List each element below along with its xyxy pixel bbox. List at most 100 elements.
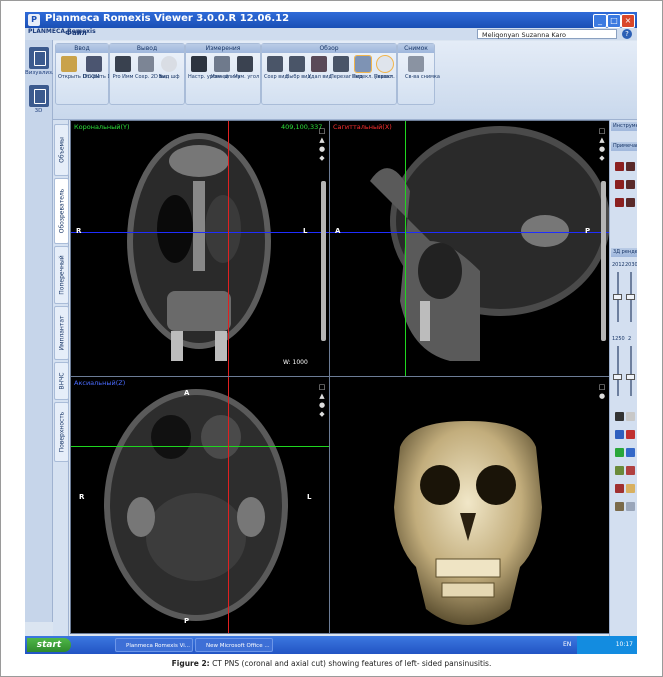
- open-dicom-button[interactable]: Открыть DICOM: [58, 56, 100, 80]
- reload-view-button[interactable]: Перезаг вид: [330, 56, 363, 80]
- render-section-header[interactable]: 3Д рендер: [611, 248, 637, 257]
- note-icon[interactable]: [615, 162, 624, 171]
- render-preset-icon[interactable]: [626, 502, 635, 511]
- tab-tmj[interactable]: ВНЧС: [54, 362, 69, 400]
- slider-handle[interactable]: [613, 294, 622, 300]
- drop-icon[interactable]: ●: [317, 145, 327, 154]
- axial-view-label: Аксиальный(Z): [74, 379, 126, 387]
- select-view-button[interactable]: Выбр вид: [286, 56, 311, 80]
- note-icon[interactable]: [626, 162, 635, 171]
- slider-handle[interactable]: [626, 294, 635, 300]
- note-icon[interactable]: [626, 180, 635, 189]
- viewport-coronal[interactable]: Корональный(Y) 409,100,337 □ ▲ ● ◆ R L W: 1…: [70, 120, 330, 377]
- notes-section-header[interactable]: Примечания: [611, 142, 637, 151]
- measure-length-button[interactable]: Изм. длину: [211, 56, 240, 80]
- triangle-icon[interactable]: ▲: [597, 136, 607, 145]
- link-icon[interactable]: ◆: [597, 154, 607, 163]
- visualization-module-button[interactable]: [28, 46, 50, 70]
- tab-implant[interactable]: Имплантат: [54, 306, 69, 360]
- drop-icon[interactable]: ●: [597, 392, 607, 401]
- drop-icon[interactable]: ●: [317, 401, 327, 410]
- tab-surface[interactable]: Поверхность: [54, 402, 69, 462]
- note-icon[interactable]: [615, 198, 624, 207]
- open-dicomdir-button[interactable]: Открыть DICOMDIR: [83, 56, 133, 80]
- levels-icon: [191, 56, 207, 72]
- language-indicator[interactable]: EN: [563, 641, 571, 648]
- slice-scrollbar[interactable]: [601, 181, 606, 341]
- axial-crosshair-vertical: [228, 377, 229, 633]
- tab-cross-section[interactable]: Поперечный: [54, 246, 69, 304]
- render-preset-icon[interactable]: [626, 448, 635, 457]
- maximize-icon[interactable]: □: [317, 383, 327, 392]
- triangle-icon[interactable]: ▲: [317, 136, 327, 145]
- slider-handle[interactable]: [613, 374, 622, 380]
- slider-handle[interactable]: [626, 374, 635, 380]
- pro-image-button[interactable]: Pro Имм: [112, 56, 134, 80]
- maximize-icon[interactable]: □: [317, 127, 327, 136]
- render-preset-icon[interactable]: [626, 430, 635, 439]
- taskbar-item-romexis[interactable]: Planmeca Romexis Vi...: [115, 638, 193, 652]
- group-title: Измерения: [186, 44, 260, 53]
- render-preset-icon[interactable]: [626, 466, 635, 475]
- render-preset-icon[interactable]: [615, 412, 624, 421]
- viewport-axial[interactable]: Аксиальный(Z) □ ▲ ● ◆ A P R L: [70, 376, 330, 634]
- save-2d-view-button[interactable]: Сохр. 2D вид: [135, 56, 169, 80]
- camera-icon: [115, 56, 131, 72]
- render-preset-icon[interactable]: [615, 430, 624, 439]
- maximize-button[interactable]: □: [607, 14, 621, 28]
- angle-icon: [237, 56, 253, 72]
- minimize-button[interactable]: _: [593, 14, 607, 28]
- render-preset-icon[interactable]: [626, 484, 635, 493]
- help-icon[interactable]: ?: [622, 29, 632, 39]
- tools-section-header[interactable]: Инструмент: [611, 122, 637, 131]
- windows-taskbar: start Planmeca Romexis Vi... New Microso…: [25, 636, 637, 654]
- save-view-button[interactable]: Сохр вид: [264, 56, 288, 80]
- maximize-icon[interactable]: □: [597, 127, 607, 136]
- adjust-levels-button[interactable]: Настр. уровней: [188, 56, 229, 80]
- render-value: 2012: [612, 262, 625, 268]
- user-field[interactable]: Meliqonyan Suzanna Karo: [477, 29, 617, 39]
- render-preset-icon[interactable]: [615, 448, 624, 457]
- tab-volumes[interactable]: Объемы: [54, 124, 69, 176]
- link-icon[interactable]: ◆: [317, 410, 327, 419]
- render-value: 2: [628, 336, 632, 342]
- tab-explorer[interactable]: Обозреватель: [54, 178, 69, 244]
- render-preset-icon[interactable]: [615, 484, 624, 493]
- export-button[interactable]: Вып шф: [158, 56, 180, 80]
- toggle-pointer-button[interactable]: Перекл. указат.: [352, 55, 394, 80]
- link-icon[interactable]: ◆: [317, 154, 327, 163]
- maximize-icon[interactable]: □: [597, 383, 607, 392]
- coronal-crosshair-horizontal: [71, 232, 329, 233]
- render-preset-icon[interactable]: [626, 412, 635, 421]
- render-slider[interactable]: [630, 346, 632, 396]
- slice-scrollbar[interactable]: [321, 181, 326, 341]
- ribbon-toolbar: Ввод Открыть DICOM Открыть DICOMDIR Выво…: [53, 41, 637, 120]
- start-button[interactable]: start: [27, 638, 71, 652]
- triangle-icon[interactable]: ▲: [317, 392, 327, 401]
- axial-crosshair-horizontal: [71, 446, 329, 447]
- note-icon[interactable]: [615, 180, 624, 189]
- group-title: Обзор: [262, 44, 396, 53]
- viewport-3d[interactable]: □ ●: [329, 376, 610, 634]
- render-preset-icon[interactable]: [615, 466, 624, 475]
- render-preset-icon[interactable]: [615, 502, 624, 511]
- 3d-module-button[interactable]: [28, 84, 50, 108]
- volume-icon: [34, 89, 46, 104]
- toggle-scale-button[interactable]: Перекл. масштаб: [374, 55, 420, 80]
- ribbon-group-image: Снимок Св-ва снимка: [397, 43, 440, 105]
- taskbar-item-office[interactable]: New Microsoft Office ...: [195, 638, 273, 652]
- close-button[interactable]: ×: [621, 14, 635, 28]
- menu-file[interactable]: Файл: [65, 29, 87, 37]
- drop-icon[interactable]: ●: [597, 145, 607, 154]
- properties-icon: [408, 56, 424, 72]
- measure-angle-button[interactable]: Изм. угол: [234, 56, 259, 80]
- delete-view-button[interactable]: Удал вид: [308, 56, 332, 80]
- note-icon[interactable]: [626, 198, 635, 207]
- render-slider[interactable]: [617, 346, 619, 396]
- group-title: Вывод: [110, 44, 184, 53]
- viewport-sagittal[interactable]: Сагиттальный(X) □ ▲ ● ◆ A P: [329, 120, 610, 377]
- viewport-tools: □ ▲ ● ◆: [317, 127, 327, 163]
- image-properties-button[interactable]: Св-ва снимка: [405, 56, 440, 80]
- launcher-label: Визуализ...: [25, 70, 58, 76]
- sagittal-crosshair-vertical: [405, 121, 406, 376]
